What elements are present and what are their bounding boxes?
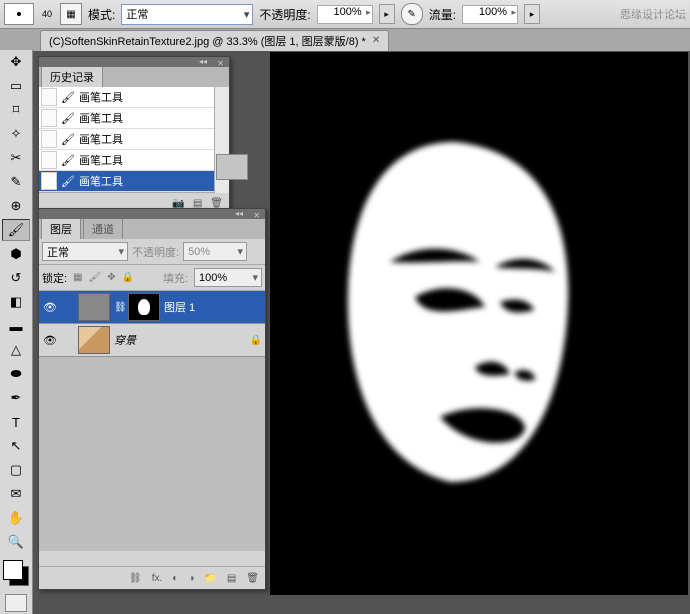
- zoom-tool-icon[interactable]: 🔍: [2, 531, 30, 553]
- layer-style-icon[interactable]: fx.: [152, 573, 163, 584]
- blur-tool-icon[interactable]: △: [2, 339, 30, 361]
- document-title: (C)SoftenSkinRetainTexture2.jpg @ 33.3% …: [49, 33, 366, 49]
- group-icon[interactable]: 📁: [204, 573, 216, 584]
- new-document-icon[interactable]: ▤: [193, 198, 202, 209]
- opacity-label: 不透明度:: [259, 6, 310, 23]
- lock-all-icon[interactable]: 🔒: [122, 272, 134, 283]
- new-snapshot-icon[interactable]: 📷: [172, 198, 184, 209]
- link-icon: ⛓: [114, 302, 124, 313]
- lock-pixels-icon[interactable]: 🖌: [89, 272, 102, 283]
- brush-size-label: 40: [40, 9, 54, 19]
- brush-tool-icon[interactable]: 🖌: [2, 219, 30, 241]
- brush-icon: 🖌: [61, 91, 75, 104]
- lock-label: 锁定:: [42, 270, 67, 286]
- flow-arrow-icon[interactable]: ▸: [524, 4, 540, 24]
- layer-opacity-label: 不透明度:: [132, 244, 179, 260]
- watermark: PS教程论坛 bbs.16xx8.com: [615, 4, 684, 29]
- flow-label: 流量:: [429, 6, 456, 23]
- mask-artwork: [320, 132, 590, 492]
- layers-panel: ◂◂✕ 图层 通道 正常 不透明度: 50% 锁定: ▦ 🖌 ✥ 🔒 填充: 1…: [38, 208, 266, 590]
- rectangle-tool-icon[interactable]: ▢: [2, 459, 30, 481]
- lock-transparency-icon[interactable]: ▦: [73, 272, 82, 283]
- fill-input[interactable]: 100%: [194, 268, 262, 287]
- healing-brush-tool-icon[interactable]: ⊕: [2, 195, 30, 217]
- tools-panel: ✥ ▭ ⌑ ✧ ✂ ✎ ⊕ 🖌 ⬢ ↺ ◧ ▬ △ ⬬ ✒ T ↖ ▢ ✉ ✋ …: [0, 50, 33, 614]
- layer-thumbnail[interactable]: [78, 293, 110, 321]
- link-layers-icon[interactable]: ⛓: [129, 573, 142, 584]
- trash-icon[interactable]: 🗑: [246, 573, 259, 584]
- brush-icon: 🖌: [61, 154, 75, 167]
- clone-stamp-tool-icon[interactable]: ⬢: [2, 243, 30, 265]
- marquee-tool-icon[interactable]: ▭: [2, 75, 30, 97]
- blend-mode-select[interactable]: 正常: [121, 4, 253, 25]
- eraser-tool-icon[interactable]: ◧: [2, 291, 30, 313]
- document-tab-bar: (C)SoftenSkinRetainTexture2.jpg @ 33.3% …: [0, 29, 690, 51]
- pen-tool-icon[interactable]: ✒: [2, 387, 30, 409]
- layer-mask-icon[interactable]: ◐: [172, 573, 178, 584]
- document-tab[interactable]: (C)SoftenSkinRetainTexture2.jpg @ 33.3% …: [40, 30, 389, 51]
- flow-input[interactable]: 100%: [462, 5, 518, 24]
- notes-tool-icon[interactable]: ✉: [2, 483, 30, 505]
- history-brush-tool-icon[interactable]: ↺: [2, 267, 30, 289]
- layer-row[interactable]: 👁 ⛓ 图层 1: [39, 291, 265, 324]
- close-icon[interactable]: ✕: [372, 35, 380, 46]
- history-panel: ◂◂✕ 历史记录 🖌画笔工具 🖌画笔工具 🖌画笔工具 🖌画笔工具 🖌画笔工具 📷…: [38, 56, 230, 214]
- hand-tool-icon[interactable]: ✋: [2, 507, 30, 529]
- opacity-arrow-icon[interactable]: ▸: [379, 4, 395, 24]
- tablet-pressure-opacity-icon[interactable]: ✎: [401, 3, 423, 25]
- options-bar: 40 ▦ 模式: 正常 不透明度: 100% ▸ ✎ 流量: 100% ▸ 思缘…: [0, 0, 690, 29]
- adjustment-layer-icon[interactable]: ◑: [188, 573, 194, 584]
- channels-tab[interactable]: 通道: [83, 218, 123, 239]
- dodge-tool-icon[interactable]: ⬬: [2, 363, 30, 385]
- type-tool-icon[interactable]: T: [2, 411, 30, 433]
- trash-icon[interactable]: 🗑: [210, 198, 223, 209]
- crop-tool-icon[interactable]: ✂: [2, 147, 30, 169]
- layer-name[interactable]: 图层 1: [164, 299, 195, 315]
- layers-tab[interactable]: 图层: [41, 218, 81, 239]
- history-item-current[interactable]: 🖌画笔工具: [39, 171, 229, 192]
- history-item[interactable]: 🖌画笔工具: [39, 150, 229, 171]
- color-swatches[interactable]: [3, 560, 29, 586]
- brush-preview[interactable]: [4, 3, 34, 25]
- brush-icon: 🖌: [61, 112, 75, 125]
- lasso-tool-icon[interactable]: ⌑: [2, 99, 30, 121]
- layer-opacity-input[interactable]: 50%: [183, 242, 247, 261]
- panel-header[interactable]: ◂◂✕: [39, 209, 265, 219]
- history-tab[interactable]: 历史记录: [41, 66, 103, 87]
- eyedropper-tool-icon[interactable]: ✎: [2, 171, 30, 193]
- layers-list: 👁 ⛓ 图层 1 👁 穿景 🔒: [39, 291, 265, 551]
- magic-wand-tool-icon[interactable]: ✧: [2, 123, 30, 145]
- mode-label: 模式:: [88, 6, 115, 23]
- layer-blend-mode-select[interactable]: 正常: [42, 242, 128, 261]
- layer-row[interactable]: 👁 穿景 🔒: [39, 324, 265, 357]
- history-item[interactable]: 🖌画笔工具: [39, 108, 229, 129]
- layer-name[interactable]: 穿景: [114, 332, 136, 348]
- history-list: 🖌画笔工具 🖌画笔工具 🖌画笔工具 🖌画笔工具 🖌画笔工具: [39, 87, 229, 192]
- brush-icon: 🖌: [61, 133, 75, 146]
- history-item[interactable]: 🖌画笔工具: [39, 129, 229, 150]
- lock-icon: 🔒: [250, 335, 262, 346]
- fill-label: 填充:: [163, 270, 188, 286]
- lock-position-icon[interactable]: ✥: [107, 272, 115, 283]
- path-selection-tool-icon[interactable]: ↖: [2, 435, 30, 457]
- brush-preset-picker-icon[interactable]: ▦: [60, 3, 82, 25]
- opacity-input[interactable]: 100%: [317, 5, 373, 24]
- mask-thumbnail[interactable]: [128, 293, 160, 321]
- visibility-icon[interactable]: 👁: [42, 301, 58, 314]
- visibility-icon[interactable]: 👁: [42, 334, 58, 347]
- panel-header[interactable]: ◂◂✕: [39, 57, 229, 67]
- scrollbar[interactable]: [214, 87, 229, 193]
- gradient-tool-icon[interactable]: ▬: [2, 315, 30, 337]
- history-item[interactable]: 🖌画笔工具: [39, 87, 229, 108]
- new-layer-icon[interactable]: ▤: [227, 573, 236, 584]
- layer-thumbnail[interactable]: [78, 326, 110, 354]
- move-tool-icon[interactable]: ✥: [2, 51, 30, 73]
- brush-icon: 🖌: [61, 175, 75, 188]
- canvas-viewport[interactable]: [270, 52, 688, 595]
